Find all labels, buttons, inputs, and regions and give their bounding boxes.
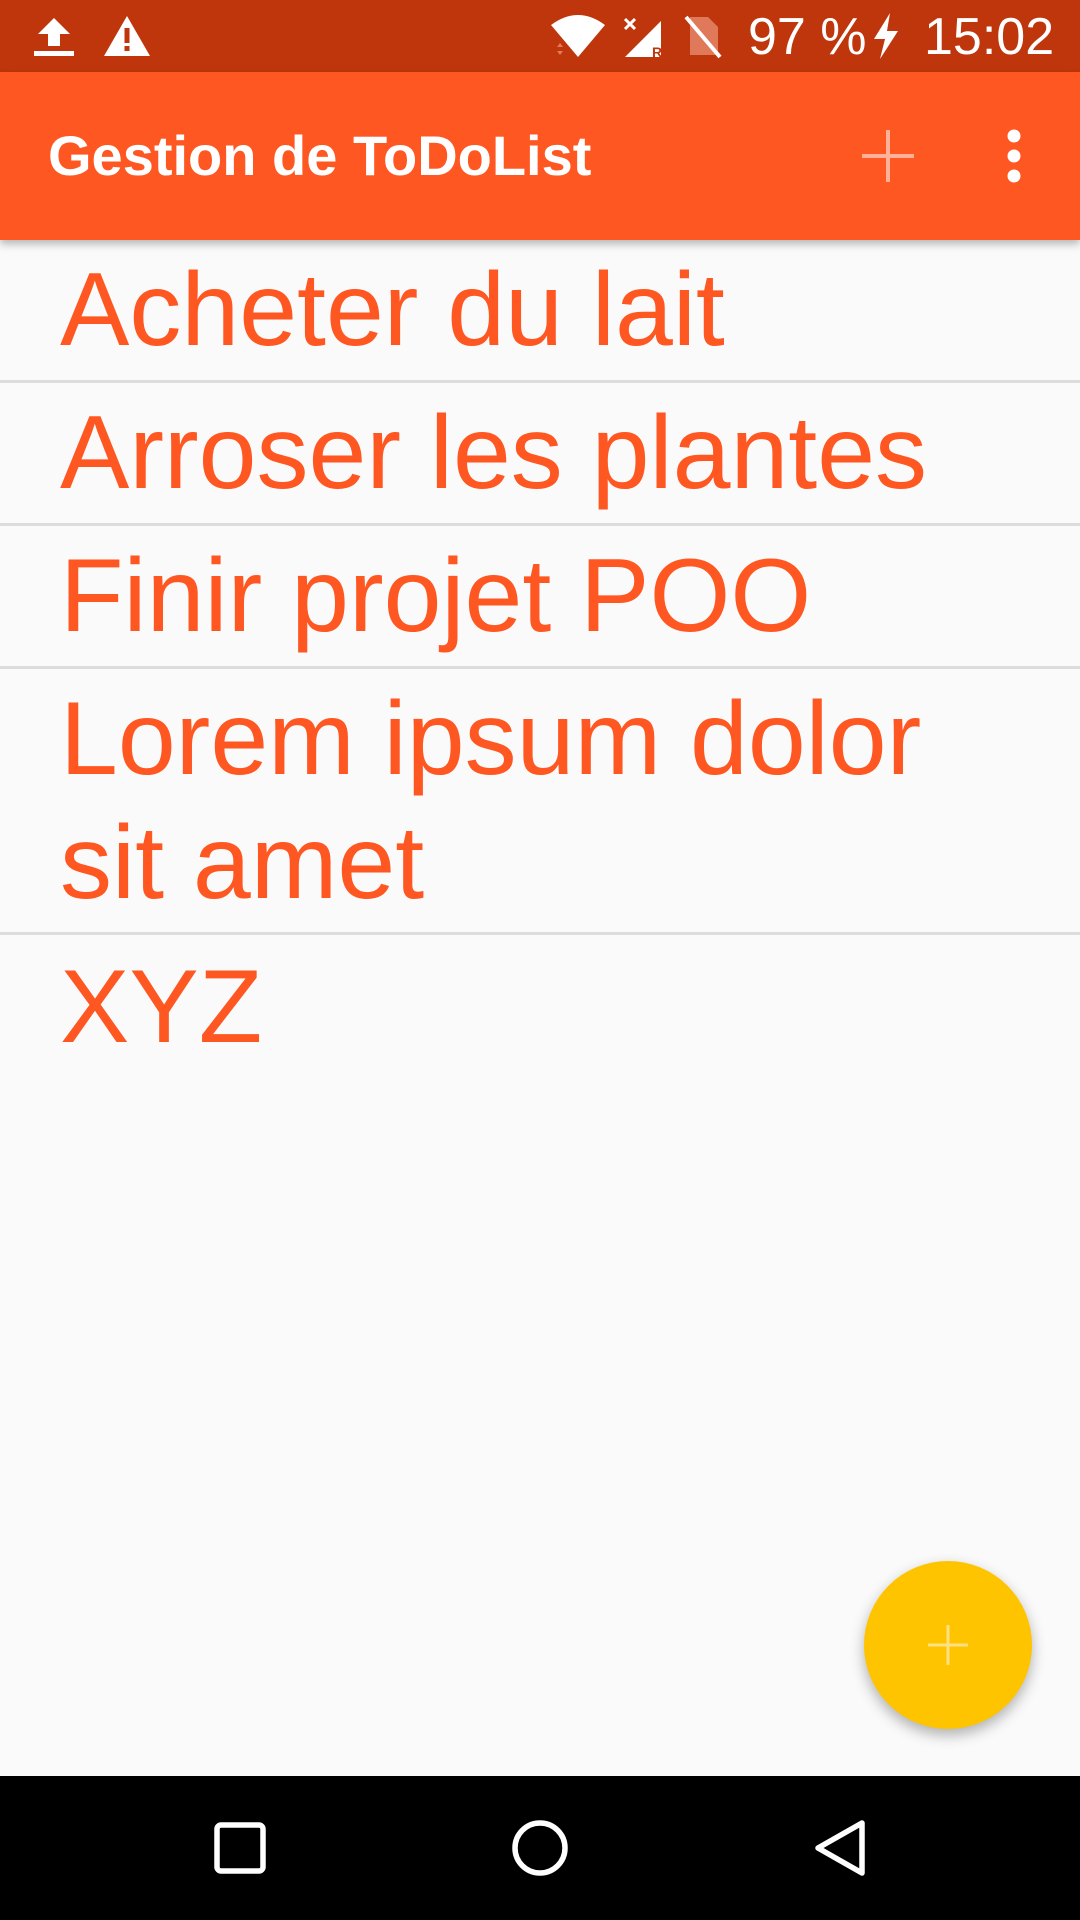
upload-icon: [30, 0, 78, 72]
screen: R 97 % 15:02 Gestion de ToDoList Acheter…: [0, 0, 1080, 1920]
svg-text:R: R: [652, 44, 662, 59]
home-circle-icon: [512, 1820, 568, 1876]
battery-charging-icon: [868, 0, 904, 72]
todo-item-label: Finir projet POO: [60, 538, 812, 654]
todo-item[interactable]: Lorem ipsum dolor sit amet: [0, 669, 1080, 935]
back-button[interactable]: [768, 1776, 912, 1920]
home-button[interactable]: [468, 1776, 612, 1920]
warning-icon: [100, 0, 154, 72]
navigation-bar: [0, 1776, 1080, 1920]
todo-item-label: Acheter du lait: [60, 252, 725, 368]
todo-item[interactable]: XYZ: [0, 935, 1080, 1078]
back-triangle-icon: [815, 1820, 865, 1876]
more-vert-icon: [1007, 129, 1021, 183]
todo-list: Acheter du lait Arroser les plantes Fini…: [0, 240, 1080, 1078]
app-bar: Gestion de ToDoList: [0, 72, 1080, 240]
status-bar: R 97 % 15:02: [0, 0, 1080, 72]
more-options-button[interactable]: [972, 114, 1056, 198]
add-icon: [862, 130, 914, 182]
add-task-button[interactable]: [846, 114, 930, 198]
no-sim-icon: [680, 0, 724, 72]
clock: 15:02: [924, 8, 1055, 66]
app-title: Gestion de ToDoList: [48, 124, 592, 187]
recents-square-icon: [214, 1822, 266, 1874]
add-fab[interactable]: [864, 1561, 1032, 1729]
todo-item-label: Arroser les plantes: [60, 395, 928, 511]
recents-button[interactable]: [168, 1776, 312, 1920]
todo-item-label: Lorem ipsum dolor sit amet: [60, 680, 922, 921]
todo-item[interactable]: Arroser les plantes: [0, 383, 1080, 526]
battery-percentage: 97 %: [748, 8, 867, 66]
todo-item-label: XYZ: [60, 948, 263, 1065]
todo-item[interactable]: Finir projet POO: [0, 526, 1080, 669]
todo-item[interactable]: Acheter du lait: [0, 240, 1080, 383]
cellular-no-signal-icon: R: [620, 0, 668, 72]
add-icon: [928, 1625, 968, 1665]
wifi-icon: [548, 0, 608, 72]
